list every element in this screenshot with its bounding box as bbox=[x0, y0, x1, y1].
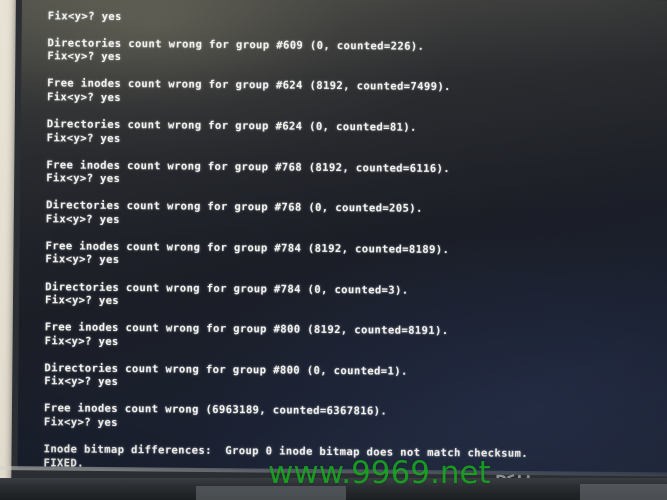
terminal-output[interactable]: Fix<y>? yes Directories count wrong for … bbox=[40, 10, 667, 474]
desk-object-right bbox=[580, 484, 667, 500]
monitor-photograph: Fix<y>? yes Directories count wrong for … bbox=[0, 0, 667, 500]
monitor-screen: Fix<y>? yes Directories count wrong for … bbox=[17, 0, 667, 475]
desk-object-left bbox=[196, 486, 346, 500]
